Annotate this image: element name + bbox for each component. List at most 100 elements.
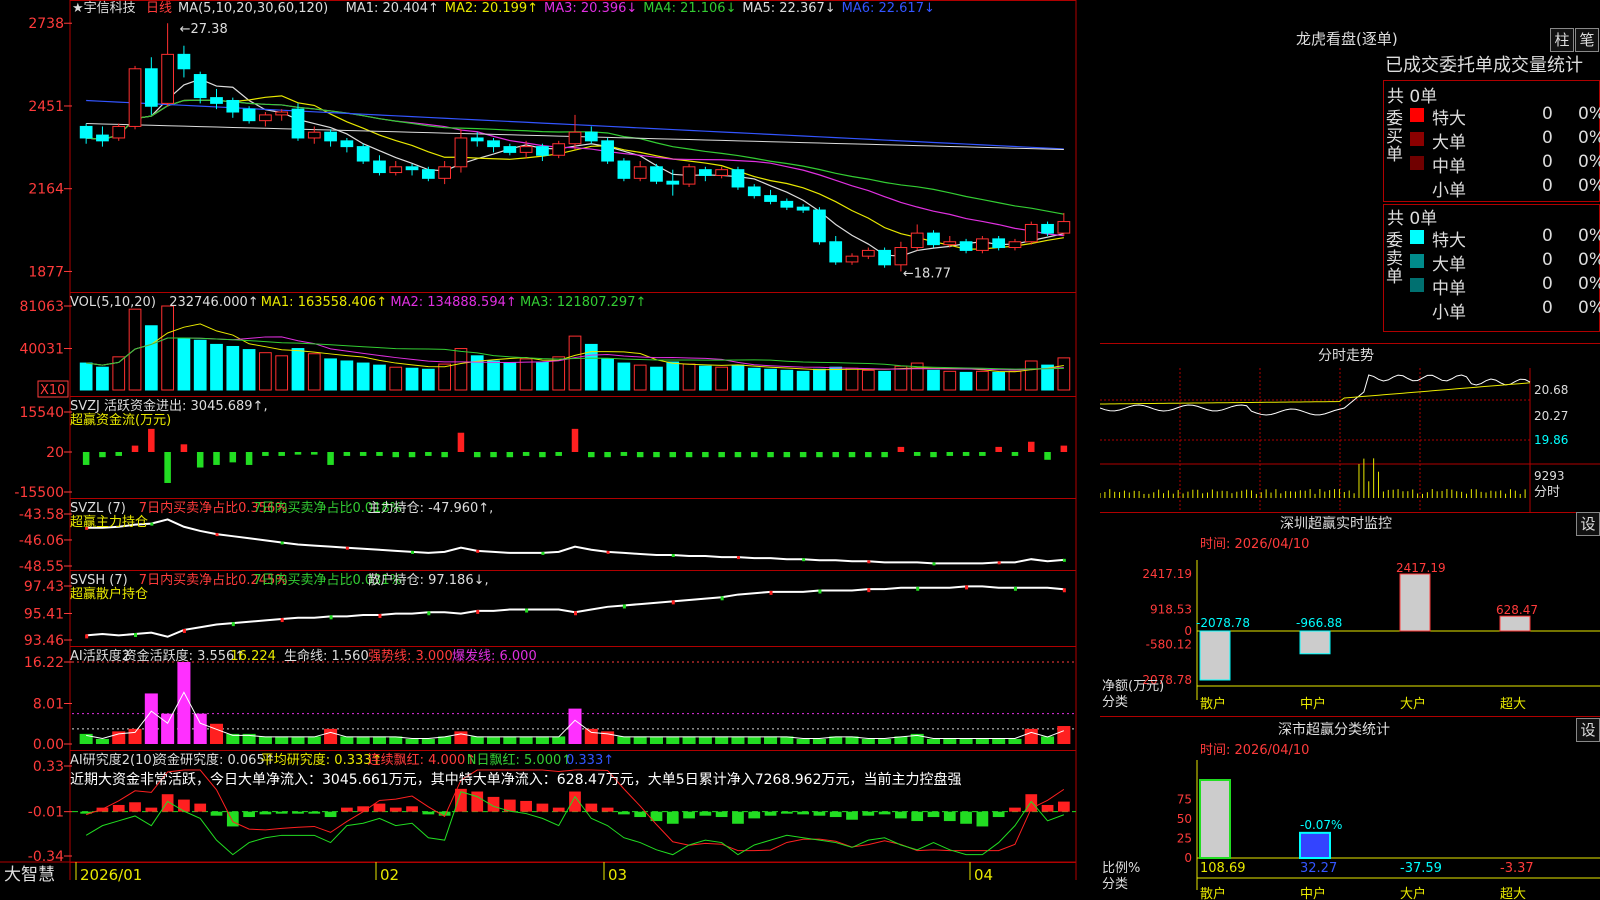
candle-body — [488, 141, 500, 147]
buy-row-name: 中单 — [1432, 152, 1466, 177]
sell-row-volume: 0 — [1542, 274, 1553, 294]
ai2-bar — [634, 812, 646, 817]
left-chart-area[interactable]: 2738 2451 2164 1877 ←27.38 ←18.77 ★宇信科技 日线 MA(5,… — [0, 0, 1100, 900]
stats-settings-button[interactable]: 设 — [1576, 718, 1600, 742]
svsh-dot — [134, 633, 137, 637]
ai1-bar — [943, 739, 956, 744]
sell-row-name: 特大 — [1432, 226, 1466, 251]
fenshi-chart[interactable]: 20.68 20.27 19.86 9293 分时 — [1100, 368, 1600, 513]
svzj-bar — [947, 452, 954, 456]
ai2-bar — [1058, 802, 1070, 812]
stats-category: 超大 — [1500, 887, 1526, 900]
stats-value: -3.37 — [1500, 861, 1534, 876]
svzj-bar — [881, 452, 888, 457]
buy-row-swatch — [1410, 132, 1424, 146]
svzl-dot — [541, 552, 544, 555]
ai1-bar — [976, 739, 989, 744]
volume-bar — [537, 362, 549, 390]
candle-body — [862, 250, 874, 256]
column-view-button[interactable]: 柱 — [1550, 28, 1574, 52]
volume-bar — [830, 367, 842, 390]
volume-bar — [80, 363, 92, 390]
low-price-label: ←18.77 — [903, 266, 951, 281]
main-legend-item: MA1: 20.404↑ — [346, 1, 439, 16]
candle-body — [406, 167, 418, 170]
buy-row-label: 委买单 — [1386, 110, 1406, 164]
fenshi-axis: 19.86 — [1534, 433, 1568, 447]
svzj-bar — [539, 452, 546, 457]
svsh-dot — [427, 611, 430, 615]
fenshi-avg-line — [1100, 383, 1530, 404]
ai2-bar — [97, 808, 109, 812]
ai2-bar — [276, 812, 288, 814]
ai2-bar — [1009, 808, 1021, 812]
svsh-dot — [281, 618, 284, 622]
ai1-bar — [487, 736, 500, 744]
lhb-header: 已成交委托单成交量统计 — [1385, 56, 1583, 76]
volume-bar — [846, 368, 858, 390]
svzj-bar — [588, 452, 595, 457]
sell-row-percent: 0% — [1578, 274, 1600, 294]
ai2-bar — [977, 812, 989, 827]
volume-bar — [895, 366, 907, 390]
ai1-bar — [862, 739, 875, 744]
sell-row-name: 小单 — [1432, 298, 1466, 323]
svzj-bar — [800, 452, 807, 457]
ai1-bar — [927, 739, 940, 744]
volume-bar — [260, 353, 272, 390]
candle-body — [471, 138, 483, 141]
ai1-legend-item: 强势线: 3.000 — [368, 648, 453, 664]
stats-yunit: 比例% — [1102, 861, 1140, 876]
volume-bar — [993, 372, 1005, 390]
ai2-legend-item: 平均研究度: 0.333↑ — [261, 752, 383, 768]
stock-name: ★宇信科技 — [72, 1, 136, 16]
vol-axis-tick: 81063 — [19, 299, 64, 315]
buy-row-volume: 0 — [1542, 128, 1553, 148]
buy-row-percent: 0% — [1578, 104, 1600, 124]
x-axis-label: 03 — [608, 866, 627, 884]
ai1-bar — [177, 662, 190, 744]
volume-bar — [781, 370, 793, 390]
ai2-legend-item: AI研究度2(10) — [70, 752, 157, 768]
svzj-bar — [164, 452, 171, 483]
ai2-bar — [145, 808, 157, 812]
monitor-yunit: 净额(万元) — [1102, 679, 1164, 694]
svzj-bar — [507, 452, 514, 457]
ai1-bar — [194, 714, 207, 744]
candle-body — [569, 132, 581, 144]
volume-bar — [602, 359, 614, 390]
ai2-bar — [390, 808, 402, 812]
ai2-bar — [243, 812, 255, 817]
svsh-dot — [818, 589, 821, 593]
ai1-bar — [992, 739, 1005, 744]
volume-bar — [634, 365, 646, 390]
volume-bar — [325, 359, 337, 390]
buy-row-percent: 0% — [1578, 128, 1600, 148]
monitor-settings-button[interactable]: 设 — [1576, 512, 1600, 536]
vol-axis-tick: 40031 — [19, 342, 64, 358]
fenshi-vol-label: 9293 — [1534, 469, 1565, 483]
ai2-bar — [993, 812, 1005, 817]
stats-ytick: 25 — [1177, 832, 1192, 846]
ai1-bar — [715, 736, 728, 744]
svzl-dot — [1063, 559, 1066, 562]
tick-view-button[interactable]: 笔 — [1575, 28, 1599, 52]
ai2-axis-tick: 0.33 — [33, 759, 64, 775]
svzj-legend-item: SVZJ 活跃资金进出: 3045.689↑, — [70, 398, 268, 414]
svzj-bar — [718, 452, 725, 457]
svzl-dot — [346, 547, 349, 550]
candle-body — [211, 98, 223, 104]
vol-legend-item: MA2: 134888.594↑ — [390, 295, 516, 310]
candle-body — [504, 147, 516, 153]
ai2-bar — [618, 812, 630, 815]
monitor-category: 中户 — [1300, 696, 1326, 710]
svzj-bar — [344, 452, 351, 456]
svzl-dot — [867, 560, 870, 563]
candle-body — [683, 167, 695, 184]
monitor-time: 时间: 2026/04/10 — [1200, 537, 1309, 552]
sell-row-label: 委卖单 — [1386, 232, 1406, 286]
svsh-axis-tick: 97.43 — [24, 579, 64, 595]
ai1-bar — [878, 739, 891, 744]
stats-ytick: 75 — [1177, 793, 1192, 807]
candle-body — [960, 242, 972, 251]
